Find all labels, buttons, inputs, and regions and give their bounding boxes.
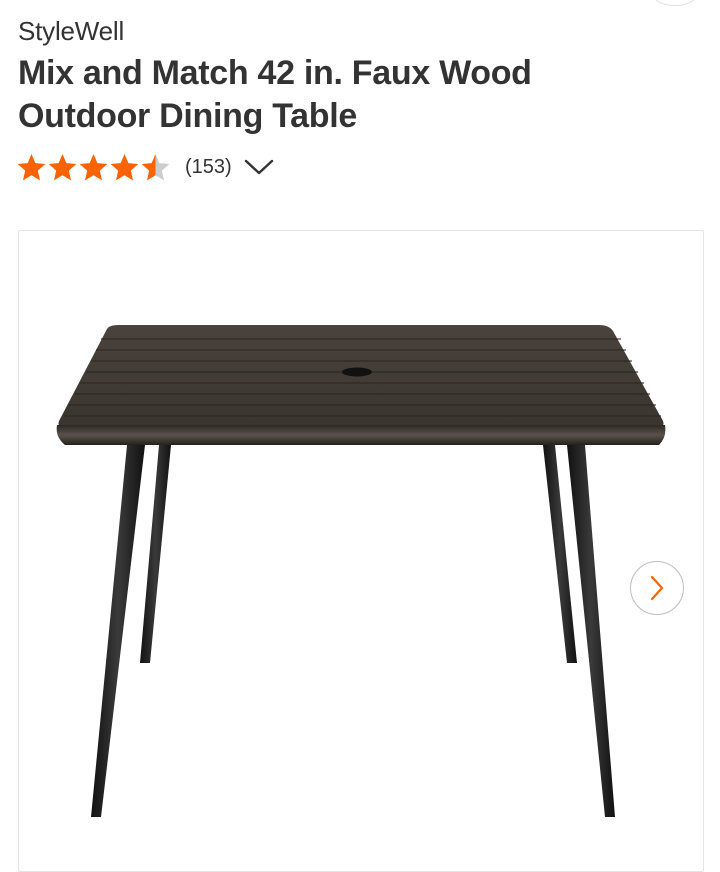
star-icon [17,153,46,180]
product-image [56,325,666,817]
review-count[interactable]: (153) [185,156,232,179]
star-icon [48,153,77,180]
product-image-carousel[interactable] [18,230,704,872]
star-rating [16,152,171,183]
star-icon [79,153,108,180]
chevron-right-icon [650,575,664,601]
top-corner-button[interactable] [654,0,696,6]
star-icon [110,153,139,180]
chevron-down-icon[interactable] [244,157,274,177]
product-title: Mix and Match 42 in. Faux Wood Outdoor D… [18,54,532,135]
rating-summary[interactable]: (153) [16,150,274,184]
half-star-icon [141,153,170,180]
next-image-button[interactable] [630,561,684,615]
brand-name[interactable]: StyleWell [18,15,124,47]
